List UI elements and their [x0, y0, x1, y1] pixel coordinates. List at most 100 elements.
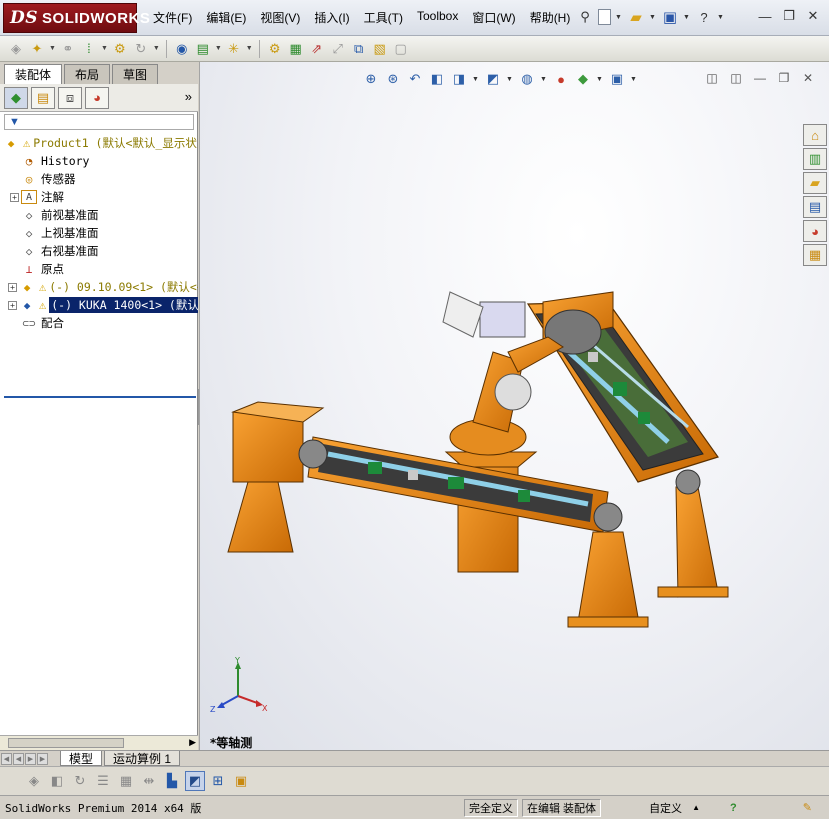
section-view-icon[interactable]: ◧ [428, 70, 446, 88]
split-vertical-icon[interactable]: ◫ [727, 70, 745, 86]
menu-file[interactable]: 文件(F) [146, 9, 199, 26]
linear-pattern-icon[interactable]: ⁞ [80, 40, 98, 58]
menu-edit[interactable]: 编辑(E) [199, 9, 253, 26]
reference-geometry-icon[interactable]: ✳ [225, 40, 243, 58]
tab-layout[interactable]: 布局 [64, 64, 111, 84]
tab-model[interactable]: 模型 [60, 751, 103, 766]
shaded-view-icon[interactable]: ◩ [185, 771, 205, 791]
display-manager-icon[interactable]: ◕ [85, 86, 109, 109]
restore-icon[interactable]: ❐ [779, 7, 799, 25]
clearance-verification-icon[interactable]: ▧ [371, 40, 389, 58]
new-motion-study-icon[interactable]: ⚙ [266, 40, 284, 58]
tree-item-origin[interactable]: ⊥ 原点 [0, 260, 198, 278]
tree-item-subassembly-kuka[interactable]: + ◆ ⚠ (-) KUKA 1400<1> (默认< [0, 296, 198, 314]
save-icon[interactable]: ▣ [661, 8, 679, 26]
lines-icon[interactable]: ☰ [93, 771, 113, 791]
dropdown-caret[interactable]: ▼ [215, 45, 222, 52]
help-status-icon[interactable]: ? [730, 802, 737, 814]
menu-toolbox[interactable]: Toolbox [410, 9, 465, 26]
help-dropdown-caret[interactable]: ▼ [717, 14, 725, 21]
tree-item-root[interactable]: ◆ ⚠ Product1 (默认<默认_显示状 [0, 134, 198, 152]
tree-item-mates[interactable]: ⊂⊃ 配合 [0, 314, 198, 332]
view-settings-icon[interactable]: ▣ [608, 70, 626, 88]
dropdown-caret[interactable]: ▼ [506, 76, 514, 83]
show-hidden-components-icon[interactable]: ◉ [173, 40, 191, 58]
dynamic-annotation-icon[interactable]: ◨ [450, 70, 468, 88]
tab-sketch[interactable]: 草图 [112, 64, 159, 84]
feature-filter[interactable]: ▼ [4, 114, 194, 130]
prev-tab-icon[interactable]: ◀ [13, 752, 24, 765]
menu-tools[interactable]: 工具(T) [357, 9, 410, 26]
pushpin-icon[interactable]: ⚲ [576, 8, 594, 26]
chart-icon[interactable]: ▙ [162, 771, 182, 791]
configuration-manager-icon[interactable]: ⧈ [58, 86, 82, 109]
split-horizontal-icon[interactable]: ◫ [703, 70, 721, 86]
dropdown-caret[interactable]: ▼ [153, 45, 160, 52]
tree-item-front-plane[interactable]: ◇ 前视基准面 [0, 206, 198, 224]
tree-item-right-plane[interactable]: ◇ 右视基准面 [0, 242, 198, 260]
scrollbar-thumb[interactable] [8, 738, 124, 748]
move-component-icon[interactable]: ↻ [132, 40, 150, 58]
view-palette-icon[interactable]: ▤ [803, 196, 827, 218]
isometric-icon[interactable]: ◈ [24, 771, 44, 791]
mate-icon[interactable]: ⚭ [59, 40, 77, 58]
box-icon[interactable]: ◧ [47, 771, 67, 791]
expand-toggle[interactable]: + [10, 192, 19, 202]
dropdown-caret[interactable]: ▼ [472, 76, 480, 83]
dropdown-caret[interactable]: ▼ [596, 76, 604, 83]
display-style-icon[interactable]: ◍ [518, 70, 536, 88]
file-explorer-icon[interactable]: ▰ [803, 172, 827, 194]
render-icon[interactable]: ▣ [231, 771, 251, 791]
custom-properties-icon[interactable]: ▦ [803, 244, 827, 266]
apply-scene-icon[interactable]: ◆ [574, 70, 592, 88]
align-icon[interactable]: ⇹ [139, 771, 159, 791]
new-document-icon[interactable] [598, 9, 611, 25]
dropdown-caret[interactable]: ▼ [540, 76, 548, 83]
last-tab-icon[interactable]: ▶ [37, 752, 48, 765]
bill-of-materials-icon[interactable]: ▦ [287, 40, 305, 58]
tab-motion-study[interactable]: 运动算例 1 [104, 751, 181, 766]
expand-toggle[interactable]: + [8, 282, 17, 292]
exploded-view-icon[interactable]: ⇗ [308, 40, 326, 58]
close-icon[interactable]: ✕ [803, 7, 823, 25]
right-fixture[interactable] [526, 291, 729, 598]
new-dropdown-caret[interactable]: ▼ [615, 14, 623, 21]
assembly-model-view[interactable] [218, 232, 738, 662]
solidworks-resources-icon[interactable]: ⌂ [803, 124, 827, 146]
viewport-minimize-icon[interactable]: — [751, 70, 769, 86]
previous-view-icon[interactable]: ↶ [406, 70, 424, 88]
appearances-icon[interactable]: ◕ [803, 220, 827, 242]
horizontal-scrollbar[interactable]: ▶ [0, 735, 198, 750]
open-dropdown-caret[interactable]: ▼ [649, 14, 657, 21]
viewport-close-icon[interactable]: ✕ [799, 70, 817, 86]
assembly-features-icon[interactable]: ▤ [194, 40, 212, 58]
design-library-icon[interactable]: ▥ [803, 148, 827, 170]
new-part-icon[interactable]: ✦ [28, 40, 46, 58]
tab-assembly[interactable]: 装配体 [4, 64, 63, 84]
rotate-icon[interactable]: ↻ [70, 771, 90, 791]
view-orientation-icon[interactable]: ◩ [484, 70, 502, 88]
open-folder-icon[interactable]: ▰ [627, 8, 645, 26]
zoom-to-area-icon[interactable]: ⊛ [384, 70, 402, 88]
dropdown-caret[interactable]: ▼ [49, 45, 56, 52]
menu-insert[interactable]: 插入(I) [307, 9, 356, 26]
interference-detection-icon[interactable]: ⧉ [350, 40, 368, 58]
graphics-area[interactable]: ⊕ ⊛ ↶ ◧ ◨ ▼ ◩ ▼ ◍ ▼ ● ◆ ▼ ▣ ▼ ◫ ◫ — ❐ ✕ … [199, 62, 829, 750]
insert-components-icon[interactable]: ◈ [7, 40, 25, 58]
table-icon[interactable]: ⊞ [208, 771, 228, 791]
explode-line-sketch-icon[interactable]: ⤢ [329, 40, 347, 58]
tree-item-history[interactable]: ◔ History [0, 152, 198, 170]
expand-toggle[interactable]: + [8, 300, 17, 310]
smart-fasteners-icon[interactable]: ⚙ [111, 40, 129, 58]
zoom-to-fit-icon[interactable]: ⊕ [362, 70, 380, 88]
units-selector[interactable]: 自定义 ▲ ? ✎ [605, 800, 812, 816]
tree-item-sensors[interactable]: ◎ 传感器 [0, 170, 198, 188]
help-icon[interactable]: ? [695, 8, 713, 26]
dropdown-caret[interactable]: ▼ [101, 45, 108, 52]
save-dropdown-caret[interactable]: ▼ [683, 14, 691, 21]
menu-help[interactable]: 帮助(H) [523, 9, 578, 26]
scroll-right-icon[interactable]: ▶ [189, 737, 196, 748]
rollback-bar[interactable] [4, 396, 196, 398]
tree-item-annotations[interactable]: + A 注解 [0, 188, 198, 206]
first-tab-icon[interactable]: ◀ [1, 752, 12, 765]
